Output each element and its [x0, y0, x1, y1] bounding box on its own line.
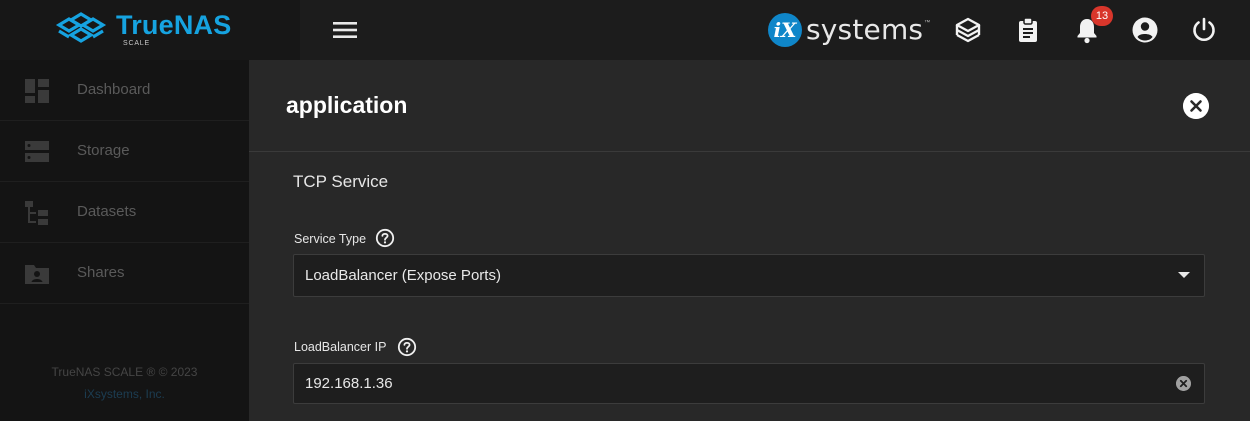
help-icon[interactable]: [397, 337, 417, 357]
brand-edition: SCALE: [123, 40, 150, 47]
panel-header: application: [249, 60, 1250, 152]
help-icon[interactable]: [375, 228, 395, 248]
top-bar: TrueNAS SCALE iX systems ™ 13: [0, 0, 1250, 60]
company-link[interactable]: iXsystems, Inc.: [0, 387, 249, 401]
dashboard-icon: [25, 79, 49, 103]
service-type-label: Service Type: [294, 232, 367, 246]
brand-area[interactable]: TrueNAS SCALE: [0, 0, 300, 60]
dropdown-arrow-icon: [1178, 272, 1190, 278]
sidebar-item-label: Storage: [77, 142, 130, 159]
clear-input-icon[interactable]: [1176, 376, 1191, 391]
sidebar-item-label: Dashboard: [77, 81, 151, 98]
ix-wordmark: systems: [806, 13, 924, 46]
ixsystems-logo[interactable]: iX systems ™: [768, 12, 930, 48]
loadbalancer-ip-field: [293, 363, 1205, 404]
copyright-text: TrueNAS SCALE ® © 2023: [51, 365, 198, 379]
brand-name: TrueNAS: [116, 10, 232, 40]
app-config-panel: application TCP Service Service Type Loa…: [249, 60, 1250, 421]
loadbalancer-ip-input[interactable]: [294, 364, 1164, 403]
service-type-value: LoadBalancer (Expose Ports): [305, 267, 501, 284]
shares-icon: [25, 265, 49, 284]
section-title: TCP Service: [293, 172, 389, 191]
power-icon[interactable]: [1190, 16, 1218, 44]
truecommand-icon[interactable]: [954, 16, 982, 44]
menu-toggle-icon[interactable]: [330, 18, 360, 42]
sidebar-item-datasets[interactable]: Datasets: [0, 182, 249, 243]
account-circle-icon[interactable]: [1131, 16, 1159, 44]
sidebar: Dashboard Storage Datasets Shares TrueNA…: [0, 60, 249, 421]
sidebar-item-label: Datasets: [77, 203, 137, 220]
sidebar-item-label: Shares: [77, 264, 125, 281]
notification-badge: 13: [1091, 6, 1113, 26]
ix-mark: iX: [768, 13, 802, 47]
loadbalancer-ip-label: LoadBalancer IP: [294, 340, 387, 354]
service-type-select[interactable]: LoadBalancer (Expose Ports): [293, 254, 1205, 297]
ix-trademark: ™: [924, 20, 931, 26]
close-icon[interactable]: [1183, 93, 1209, 119]
clipboard-icon[interactable]: [1014, 16, 1042, 44]
sidebar-item-shares[interactable]: Shares: [0, 243, 249, 304]
sidebar-item-storage[interactable]: Storage: [0, 121, 249, 182]
datasets-icon: [25, 201, 48, 225]
sidebar-item-dashboard[interactable]: Dashboard: [0, 60, 249, 121]
truenas-logo-icon: [55, 12, 107, 43]
storage-icon: [25, 141, 49, 162]
panel-title: application: [286, 92, 408, 118]
